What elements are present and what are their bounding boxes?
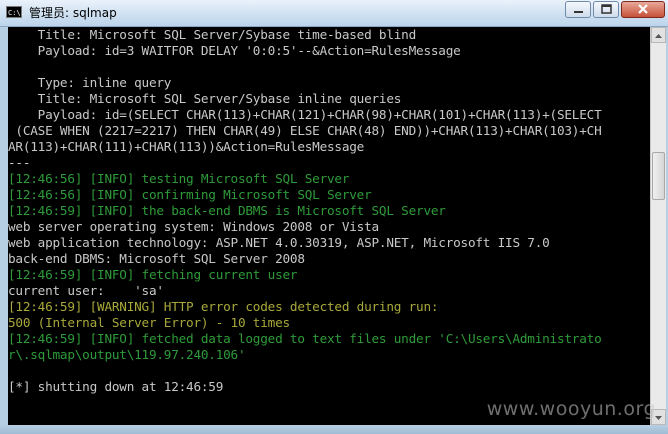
window-title: 管理员: sqlmap <box>29 6 117 20</box>
console-icon: C:\. <box>6 6 25 18</box>
console-line: web application technology: ASP.NET 4.0.… <box>8 235 550 250</box>
console-line: [12:46:59] [INFO] fetching current user <box>8 267 298 282</box>
console-line: Title: Microsoft SQL Server/Sybase inlin… <box>8 91 402 106</box>
console-line: [12:46:56] [INFO] testing Microsoft SQL … <box>8 171 350 186</box>
console-line: [12:46:59] [INFO] fetched data logged to… <box>8 331 602 346</box>
console-line: [12:46:56] [INFO] confirming Microsoft S… <box>8 187 372 202</box>
arrow-up-icon <box>655 34 662 38</box>
console-line: Payload: id=3 WAITFOR DELAY '0:0:5'--&Ac… <box>8 43 461 58</box>
console-line: web server operating system: Windows 200… <box>8 219 379 234</box>
window-bottom-border <box>0 425 668 434</box>
console-line: [*] shutting down at 12:46:59 <box>8 379 224 394</box>
watermark: www.wooyun.org <box>486 398 656 420</box>
console-line: current user: 'sa' <box>8 283 164 298</box>
console-line: Title: Microsoft SQL Server/Sybase time-… <box>8 27 417 42</box>
console-line: --- <box>8 155 31 170</box>
console-line: 500 (Internal Server Error) - 10 times <box>8 315 290 330</box>
title-bar[interactable]: C:\. 管理员: sqlmap <box>0 0 668 27</box>
console-line: back-end DBMS: Microsoft SQL Server 2008 <box>8 251 305 266</box>
console-line: [12:46:59] [INFO] the back-end DBMS is M… <box>8 203 446 218</box>
close-icon <box>638 4 648 14</box>
vertical-scrollbar[interactable] <box>650 27 666 425</box>
console-line: AR(113)+CHAR(111)+CHAR(113))&Action=Rule… <box>8 139 365 154</box>
console-line: r\.sqlmap\output\119.97.240.106' <box>8 347 246 362</box>
close-button[interactable] <box>621 1 665 18</box>
console-output[interactable]: Title: Microsoft SQL Server/Sybase time-… <box>8 27 650 425</box>
maximize-button[interactable] <box>593 1 619 18</box>
console-line: [12:46:59] [WARNING] HTTP error codes de… <box>8 299 439 314</box>
minimize-button[interactable] <box>565 1 591 18</box>
console-window: C:\. 管理员: sqlmap Title: Microsoft SQL Se… <box>0 0 668 434</box>
scroll-up-button[interactable] <box>651 27 666 43</box>
console-line: (CASE WHEN (2217=2217) THEN CHAR(49) ELS… <box>8 123 602 138</box>
minimize-icon <box>574 11 583 13</box>
console-line: Type: inline query <box>8 75 172 90</box>
scrollbar-thumb[interactable] <box>652 152 665 200</box>
console-line: Payload: id=(SELECT CHAR(113)+CHAR(121)+… <box>8 107 602 122</box>
maximize-icon <box>601 4 612 14</box>
